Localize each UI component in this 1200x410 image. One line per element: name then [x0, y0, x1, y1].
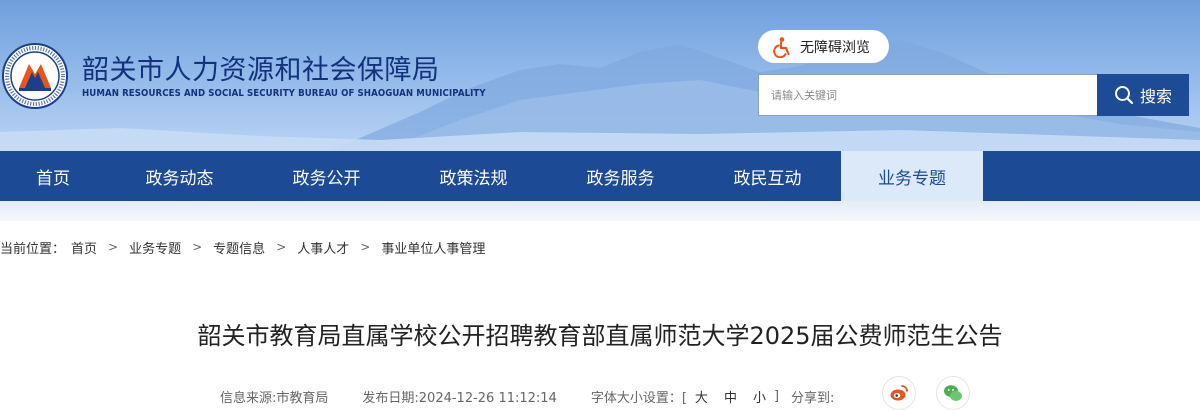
accessibility-icon	[773, 36, 790, 58]
breadcrumb-separator: >	[276, 240, 287, 254]
nav-item-interaction[interactable]: 政民互动	[694, 151, 841, 201]
share-wechat-button[interactable]	[936, 376, 970, 410]
nav-item-policies[interactable]: 政策法规	[400, 151, 547, 201]
wechat-icon	[944, 385, 962, 401]
nav-item-services[interactable]: 政务服务	[547, 151, 694, 201]
share-weibo-button[interactable]	[882, 376, 916, 410]
main-nav: 首页 政务动态 政务公开 政策法规 政务服务 政民互动 业务专题	[0, 151, 1200, 201]
bureau-emblem-icon	[2, 43, 68, 109]
nav-item-news[interactable]: 政务动态	[106, 151, 253, 201]
search-input[interactable]	[758, 74, 1098, 116]
search-icon	[1114, 86, 1134, 105]
breadcrumb-label: 当前位置：	[0, 241, 66, 257]
breadcrumb-separator: >	[108, 240, 119, 254]
article-date: 发布日期:2024-12-26 11:12:14	[362, 390, 557, 406]
breadcrumb-separator: >	[192, 240, 203, 254]
nav-item-disclosure[interactable]: 政务公开	[253, 151, 400, 201]
nav-item-topics[interactable]: 业务专题	[841, 151, 983, 201]
font-size-medium-button[interactable]: 中	[724, 387, 737, 406]
font-size-large-button[interactable]: 大	[695, 387, 708, 406]
site-subtitle-english: HUMAN RESOURCES AND SOCIAL SECURITY BURE…	[82, 88, 486, 99]
search-button-label: 搜索	[1139, 87, 1172, 106]
site-header: 韶关市人力资源和社会保障局 HUMAN RESOURCES AND SOCIAL…	[0, 0, 1200, 151]
breadcrumb-item-personnel[interactable]: 人事人才	[297, 238, 349, 257]
breadcrumb-item-topics[interactable]: 业务专题	[129, 238, 181, 257]
font-size-bracket: ]	[773, 388, 780, 404]
breadcrumb-item-topic-info[interactable]: 专题信息	[213, 238, 265, 257]
breadcrumb-separator: >	[360, 240, 371, 254]
article-meta: 信息来源:市教育局 发布日期:2024-12-26 11:12:14 字体大小设…	[220, 386, 834, 406]
weibo-icon	[890, 385, 908, 401]
font-size-label: 字体大小设置：[	[590, 390, 687, 406]
article-source: 信息来源:市教育局	[220, 390, 329, 406]
accessibility-label: 无障碍浏览	[800, 39, 870, 56]
share-label: 分享到:	[791, 390, 835, 406]
article-title: 韶关市教育局直属学校公开招聘教育部直属师范大学2025届公费师范生公告	[197, 322, 1003, 350]
breadcrumb-item-home[interactable]: 首页	[71, 238, 97, 257]
breadcrumb-item-institution-hr[interactable]: 事业单位人事管理	[381, 238, 485, 257]
nav-item-home[interactable]: 首页	[0, 151, 106, 201]
accessibility-button[interactable]: 无障碍浏览	[758, 30, 889, 63]
nav-divider	[0, 201, 1200, 221]
search-button[interactable]: 搜索	[1097, 74, 1189, 116]
site-title: 韶关市人力资源和社会保障局	[82, 55, 440, 86]
font-size-small-button[interactable]: 小	[753, 387, 766, 406]
breadcrumb: 当前位置： 首页 > 业务专题 > 专题信息 > 人事人才 > 事业单位人事管理	[0, 238, 485, 257]
